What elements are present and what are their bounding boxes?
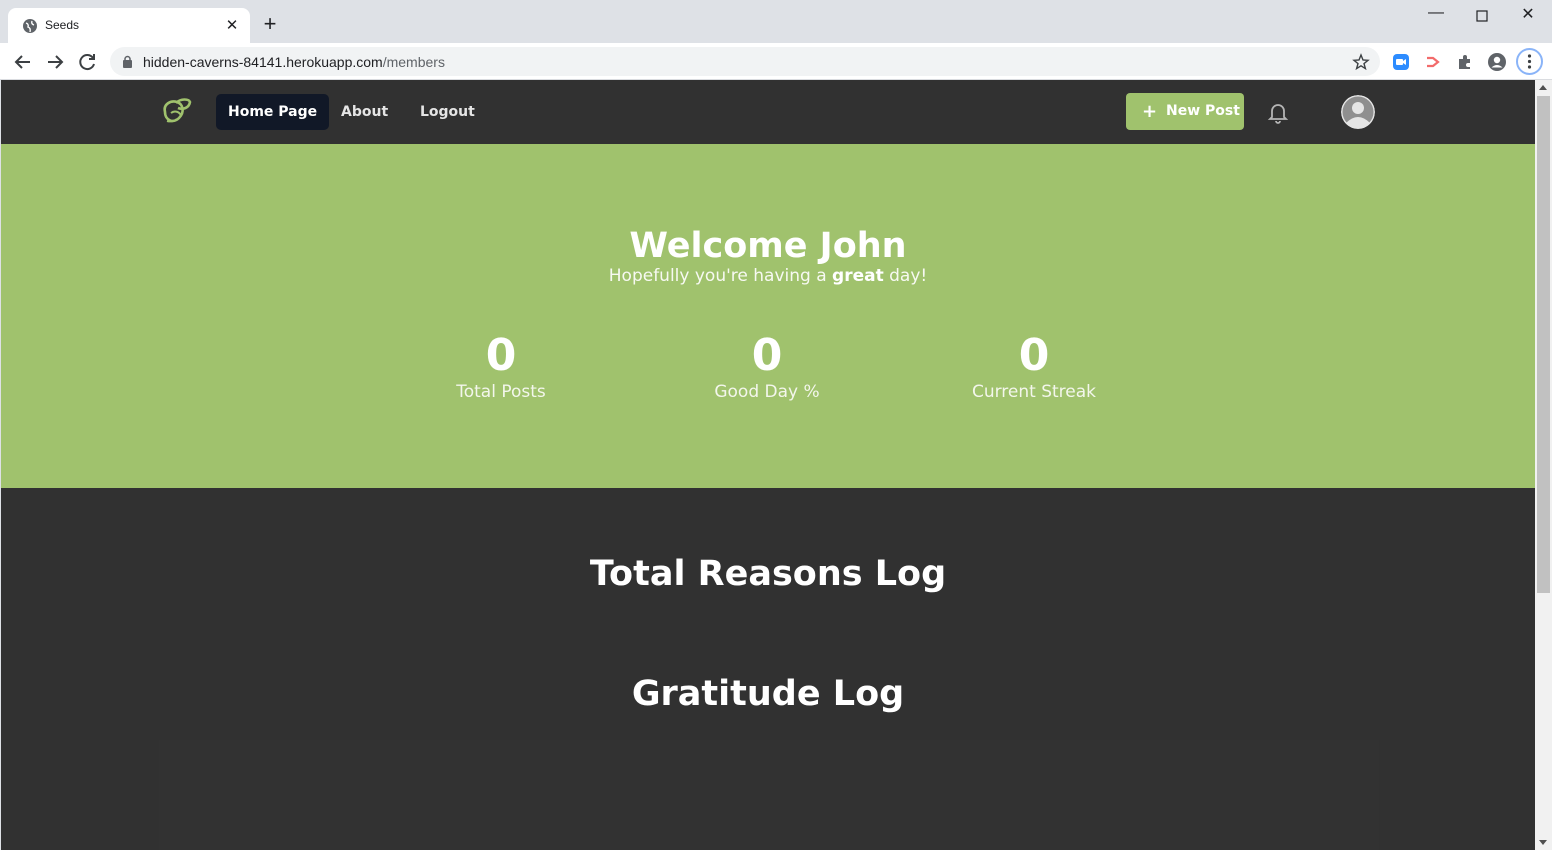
new-tab-button[interactable]: + [258, 12, 282, 36]
nav-about[interactable]: About [329, 94, 400, 130]
profile-icon[interactable] [1487, 52, 1507, 72]
browser-toolbar: hidden-caverns-84141.herokuapp.com/membe… [0, 43, 1552, 80]
stat-value: 0 [1018, 330, 1050, 381]
page-scrollbar[interactable] [1535, 80, 1552, 850]
minimize-icon[interactable]: — [1413, 4, 1459, 28]
stat-label: Total Posts [456, 382, 546, 402]
nav-home-page[interactable]: Home Page [216, 94, 330, 130]
welcome-hero: Welcome John Hopefully you're having a g… [1, 144, 1535, 488]
url-text: hidden-caverns-84141.herokuapp.com/membe… [143, 54, 445, 70]
notification-bell-icon[interactable] [1267, 100, 1289, 124]
back-arrow-icon[interactable] [9, 48, 37, 76]
user-avatar[interactable] [1341, 95, 1375, 129]
stat-current-streak: 0 Current Streak [924, 330, 1144, 402]
maximize-icon[interactable] [1459, 4, 1505, 28]
bookmark-star-icon[interactable] [1352, 53, 1370, 71]
stat-good-day-percent: 0 Good Day % [657, 330, 877, 402]
browser-tab[interactable]: Seeds ✕ [8, 8, 250, 43]
plus-icon: + [1142, 101, 1158, 122]
close-tab-icon[interactable]: ✕ [224, 17, 240, 33]
window-close-icon[interactable]: ✕ [1505, 4, 1551, 28]
stat-value: 0 [751, 330, 783, 381]
screen-record-extension-icon[interactable] [1423, 52, 1443, 72]
reload-icon[interactable] [73, 48, 101, 76]
seeds-logo-icon[interactable] [159, 96, 193, 128]
menu-button[interactable] [1516, 48, 1543, 75]
stat-total-posts: 0 Total Posts [391, 330, 611, 402]
stat-label: Good Day % [714, 382, 820, 402]
gratitude-log-container [159, 740, 1379, 850]
lock-icon [123, 55, 132, 68]
address-bar[interactable]: hidden-caverns-84141.herokuapp.com/membe… [110, 47, 1380, 76]
site-navbar: Home Page About Logout + New Post [1, 80, 1535, 144]
stat-label: Current Streak [971, 382, 1097, 402]
nav-logout[interactable]: Logout [408, 94, 487, 130]
new-post-label: New Post [1166, 103, 1240, 119]
tab-title: Seeds [45, 18, 80, 32]
page-viewport: Home Page About Logout + New Post Welcom… [1, 80, 1535, 850]
stat-value: 0 [485, 330, 517, 381]
welcome-subtitle: Hopefully you're having a great day! [608, 266, 928, 286]
browser-tabstrip: Seeds ✕ + — ✕ [0, 0, 1552, 43]
zoom-extension-icon[interactable] [1391, 52, 1411, 72]
reasons-log-heading: Total Reasons Log [589, 554, 947, 594]
scroll-up-arrow-icon[interactable] [1539, 85, 1547, 90]
kebab-menu-icon [1527, 54, 1532, 69]
extensions-puzzle-icon[interactable] [1455, 52, 1475, 72]
forward-arrow-icon[interactable] [41, 48, 69, 76]
scroll-thumb[interactable] [1537, 96, 1550, 593]
globe-icon [23, 19, 37, 33]
gratitude-log-heading: Gratitude Log [631, 674, 905, 714]
scroll-down-arrow-icon[interactable] [1539, 840, 1547, 845]
new-post-button[interactable]: + New Post [1126, 93, 1244, 130]
welcome-heading: Welcome John [629, 226, 907, 266]
